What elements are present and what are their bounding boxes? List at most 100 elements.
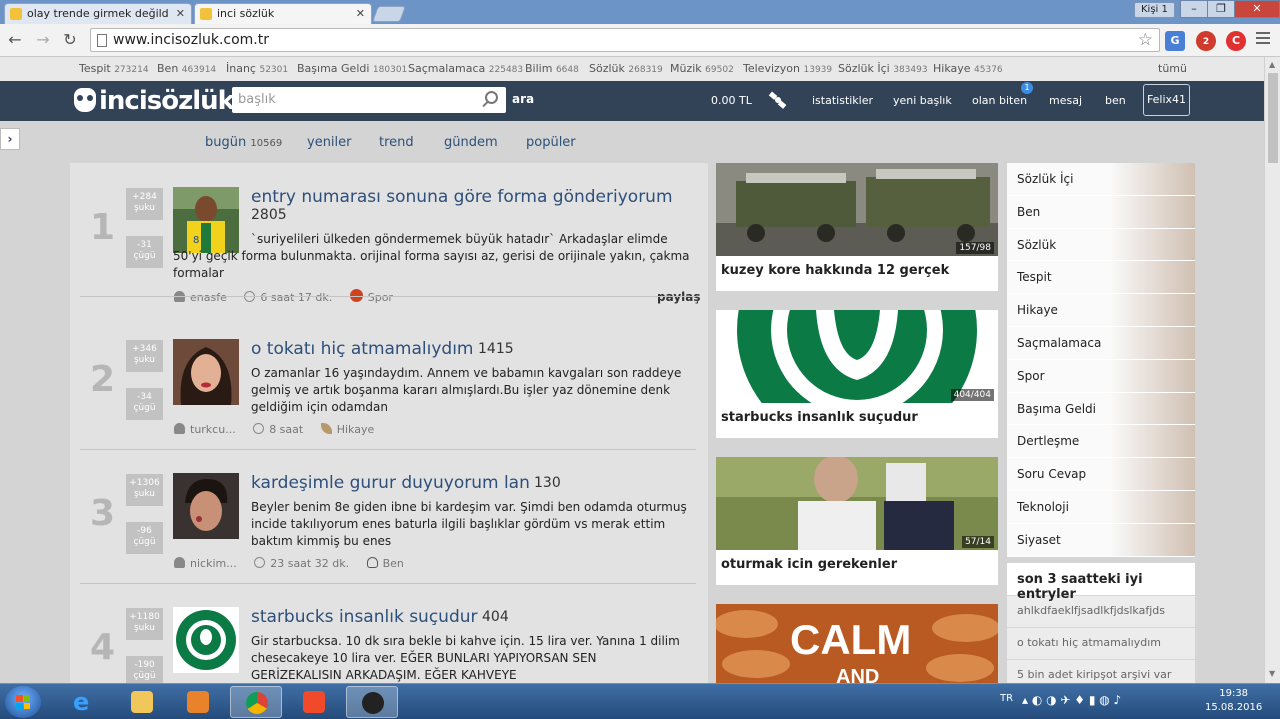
subnav-new[interactable]: yeniler [307,135,352,150]
entry-thumbnail[interactable] [173,473,239,539]
featured-card[interactable]: CALM AND [716,604,998,683]
taskbar-app[interactable] [288,686,340,718]
channel-item[interactable]: Dertleşme [1007,425,1195,459]
nav-activity[interactable]: olan biten [972,94,1027,107]
entry-thumbnail[interactable] [173,339,239,405]
channel-item[interactable]: Sözlük [1007,228,1195,262]
taskbar-explorer[interactable] [116,686,168,718]
category-link[interactable]: Bilim 6648 [525,62,579,75]
close-window-button[interactable]: ✕ [1234,0,1280,18]
downvote-button[interactable]: -31 çügü [126,236,163,268]
subnav-today[interactable]: bugün 10569 [205,135,282,150]
scrollbar-thumb[interactable] [1268,73,1278,163]
channel-link[interactable]: Ben [366,557,404,570]
category-link[interactable]: Müzik 69502 [670,62,734,75]
author-link[interactable]: enasfe [174,291,227,304]
category-link[interactable]: Sözlük İçi 383493 [838,62,928,75]
taskbar-game[interactable] [346,686,398,718]
site-logo[interactable]: incisözlük [74,86,235,116]
nav-me[interactable]: ben [1105,94,1126,107]
channel-item[interactable]: Ben [1007,195,1195,229]
channel-item[interactable]: Siyaset [1007,523,1195,557]
profile-button[interactable]: Kişi 1 [1134,2,1175,18]
reload-icon[interactable]: ↻ [59,29,81,51]
browser-menu-icon[interactable] [1256,32,1270,47]
category-link[interactable]: Başıma Geldi 180301 [297,62,407,75]
channel-item[interactable]: Hikaye [1007,294,1195,327]
author-link[interactable]: turkcu... [174,423,236,436]
upvote-button[interactable]: +346 şuku [126,340,163,372]
balance-display[interactable]: 0.00 TL [711,94,752,107]
entry-title-link[interactable]: entry numarası sonuna göre forma gönderi… [251,187,673,207]
upvote-button[interactable]: +1306 şuku [126,474,163,506]
nav-statistics[interactable]: istatistikler [812,94,873,107]
start-button[interactable] [5,686,41,718]
scroll-down-arrow-icon[interactable]: ▼ [1269,669,1275,678]
taskbar-chrome[interactable] [230,686,282,718]
entry-title-link[interactable]: kardeşimle gurur duyuyorum lan [251,473,530,493]
search-input[interactable]: başlık [232,87,506,113]
subnav-trend[interactable]: trend [379,135,414,150]
category-link[interactable]: Tespit 273214 [79,62,149,75]
subnav-popular[interactable]: popüler [526,135,576,150]
translate-icon[interactable]: G [1165,31,1185,51]
taskbar-media[interactable] [172,686,224,718]
minimize-button[interactable]: – [1180,0,1208,18]
channel-item[interactable]: Spor [1007,359,1195,393]
good-entry-link[interactable]: 5 bin adet kiripşot arşivi var [1007,659,1195,683]
category-link[interactable]: Ben 463914 [157,62,216,75]
scroll-up-arrow-icon[interactable]: ▲ [1269,60,1275,69]
maximize-button[interactable]: ❐ [1207,0,1235,18]
downvote-button[interactable]: -34 çügü [126,388,163,420]
language-indicator[interactable]: TR [1000,693,1013,704]
back-arrow-icon[interactable]: ← [4,29,26,51]
close-tab-icon[interactable]: ✕ [176,7,185,20]
channel-item[interactable]: Tespit [1007,261,1195,295]
good-entry-link[interactable]: o tokatı hiç atmamalıydım [1007,627,1195,659]
entry-title-link[interactable]: o tokatı hiç atmamalıydım [251,339,474,359]
address-bar[interactable]: www.incisozluk.com.tr ☆ [90,28,1160,52]
channel-item[interactable]: Soru Cevap [1007,458,1195,491]
featured-card[interactable]: 404/404 starbucks insanlık suçudur [716,310,998,438]
category-link[interactable]: Televizyon 13939 [743,62,832,75]
channel-link[interactable]: Spor [349,289,393,304]
all-categories-link[interactable]: tümü [1158,62,1187,75]
category-link[interactable]: Sözlük 268319 [589,62,663,75]
author-link[interactable]: nickim... [174,557,237,570]
channel-item[interactable]: Başıma Geldi [1007,392,1195,426]
satellite-icon[interactable] [768,90,788,110]
close-tab-icon[interactable]: ✕ [356,7,365,20]
upvote-button[interactable]: +284 şuku [126,188,163,220]
shield-extension-icon[interactable]: C [1226,31,1246,51]
search-button[interactable]: ara [512,92,534,106]
channel-item[interactable]: Teknoloji [1007,490,1195,524]
downvote-button[interactable]: -96 çügü [126,522,163,554]
share-button[interactable]: paylaş [657,290,701,304]
tab-inci-sozluk[interactable]: inci sözlük ✕ [194,3,372,24]
new-tab-button[interactable] [372,6,406,22]
system-clock[interactable]: 19:38 15.08.2016 [1205,687,1262,715]
featured-card[interactable]: 157/98 kuzey kore hakkında 12 gerçek [716,163,998,291]
nav-new-topic[interactable]: yeni başlık [893,94,952,107]
user-menu-button[interactable]: Felix41 [1143,84,1190,116]
entry-title-link[interactable]: starbucks insanlık suçudur [251,607,478,627]
upvote-button[interactable]: +1180 şuku [126,608,163,640]
nav-messages[interactable]: mesaj [1049,94,1082,107]
search-icon[interactable] [485,91,498,104]
featured-card[interactable]: 57/14 oturmak icin gerekenler [716,457,998,585]
page-scrollbar[interactable]: ▲ ▼ [1264,57,1280,683]
subnav-agenda[interactable]: gündem [444,135,498,150]
starbucks-logo-thumbnail[interactable] [173,607,239,673]
sidebar-toggle-chevron-icon[interactable]: › [0,128,20,150]
category-link[interactable]: Saçmalamaca 225483 [408,62,523,75]
taskbar-ie[interactable]: e [58,686,110,718]
forward-arrow-icon[interactable]: → [32,29,54,51]
bookmark-star-icon[interactable]: ☆ [1138,30,1153,50]
channel-item[interactable]: Sözlük İçi [1007,163,1195,196]
extension-icon[interactable]: 2 [1196,31,1216,51]
channel-item[interactable]: Saçmalamaca [1007,326,1195,360]
category-link[interactable]: İnanç 52301 [226,62,288,75]
downvote-button[interactable]: -190 çügü [126,656,163,683]
channel-link[interactable]: Hikaye [320,423,374,436]
tray-icons[interactable]: ▴ ◐ ◑ ✈ ♦ ▮ ◍ ♪ [1022,693,1121,707]
